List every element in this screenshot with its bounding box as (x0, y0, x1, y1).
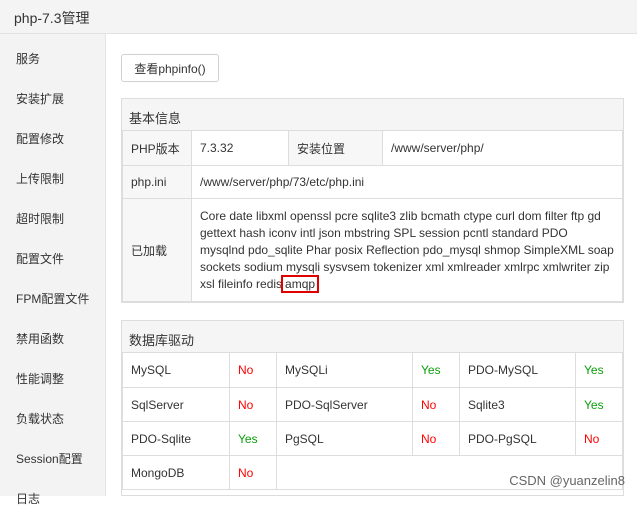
basic-info-title: 基本信息 (129, 111, 182, 126)
window-titlebar: php-7.3管理 (0, 0, 637, 34)
driver-status: No (229, 352, 277, 388)
driver-status: No (229, 455, 277, 490)
table-row: 已加载 Core date libxml openssl pcre sqlite… (122, 198, 623, 302)
driver-status: Yes (575, 352, 623, 388)
table-row: PHP版本 7.3.32 安装位置 /www/server/php/ (122, 130, 623, 166)
sidebar-item-session[interactable]: Session配置 (16, 450, 83, 467)
sidebar-item-config-file[interactable]: 配置文件 (16, 250, 64, 267)
driver-name: PDO-MySQL (459, 352, 576, 388)
install-location-value: /www/server/php/ (382, 130, 623, 166)
sidebar-item-service[interactable]: 服务 (16, 50, 40, 67)
driver-name: MySQLi (276, 352, 413, 388)
sidebar: 服务 安装扩展 配置修改 上传限制 超时限制 配置文件 FPM配置文件 禁用函数… (0, 34, 106, 506)
php-ini-label: php.ini (122, 165, 192, 199)
highlighted-extension: amqp (281, 274, 320, 293)
watermark: CSDN @yuanzelin8 (509, 473, 625, 488)
driver-status: Yes (575, 387, 623, 422)
view-phpinfo-button[interactable]: 查看phpinfo() (121, 54, 219, 82)
loaded-extensions-list: Core date libxml openssl pcre sqlite3 zl… (200, 208, 614, 291)
sidebar-item-upload-limit[interactable]: 上传限制 (16, 170, 64, 187)
db-driver-table: MySQL No MySQLi Yes PDO-MySQL Yes SqlSer… (122, 352, 623, 490)
sidebar-item-install-ext[interactable]: 安装扩展 (16, 90, 64, 107)
loaded-extensions: Core date libxml openssl pcre sqlite3 zl… (191, 198, 623, 302)
sidebar-item-performance[interactable]: 性能调整 (16, 370, 64, 387)
php-version-value: 7.3.32 (191, 130, 289, 166)
window-title: php-7.3管理 (14, 10, 90, 26)
driver-status: No (229, 387, 277, 422)
sidebar-item-log[interactable]: 日志 (16, 490, 40, 507)
table-row: SqlServer No PDO-SqlServer No Sqlite3 Ye… (122, 387, 623, 422)
sidebar-item-load-status[interactable]: 负载状态 (16, 410, 64, 427)
main-content: 查看phpinfo() 基本信息 PHP版本 7.3.32 安装位置 /www/… (106, 34, 637, 496)
sidebar-item-config-edit[interactable]: 配置修改 (16, 130, 64, 147)
install-location-label: 安装位置 (288, 130, 383, 166)
driver-status: No (412, 387, 460, 422)
php-version-label: PHP版本 (122, 130, 192, 166)
php-ini-value: /www/server/php/73/etc/php.ini (191, 165, 623, 199)
driver-name: MongoDB (122, 455, 230, 490)
table-row: php.ini /www/server/php/73/etc/php.ini (122, 165, 623, 199)
basic-info-header: 基本信息 (122, 99, 623, 131)
driver-name: PgSQL (276, 421, 413, 456)
db-driver-panel: 数据库驱动 MySQL No MySQLi Yes PDO-MySQL Yes … (121, 320, 624, 496)
sidebar-item-fpm-config[interactable]: FPM配置文件 (16, 290, 89, 307)
driver-status: No (575, 421, 623, 456)
table-row: PDO-Sqlite Yes PgSQL No PDO-PgSQL No (122, 421, 623, 456)
driver-name: PDO-Sqlite (122, 421, 230, 456)
db-driver-header: 数据库驱动 (122, 321, 623, 353)
loaded-label: 已加载 (122, 198, 192, 302)
driver-name: Sqlite3 (459, 387, 576, 422)
driver-status: Yes (412, 352, 460, 388)
sidebar-item-disabled-funcs[interactable]: 禁用函数 (16, 330, 64, 347)
driver-status: Yes (229, 421, 277, 456)
driver-name: PDO-PgSQL (459, 421, 576, 456)
driver-name: MySQL (122, 352, 230, 388)
table-row: MySQL No MySQLi Yes PDO-MySQL Yes (122, 352, 623, 388)
driver-name: SqlServer (122, 387, 230, 422)
driver-status: No (412, 421, 460, 456)
basic-info-panel: 基本信息 PHP版本 7.3.32 安装位置 /www/server/php/ … (121, 98, 624, 303)
db-driver-title: 数据库驱动 (129, 333, 195, 348)
driver-name: PDO-SqlServer (276, 387, 413, 422)
sidebar-item-timeout-limit[interactable]: 超时限制 (16, 210, 64, 227)
basic-info-table: PHP版本 7.3.32 安装位置 /www/server/php/ php.i… (122, 130, 623, 302)
